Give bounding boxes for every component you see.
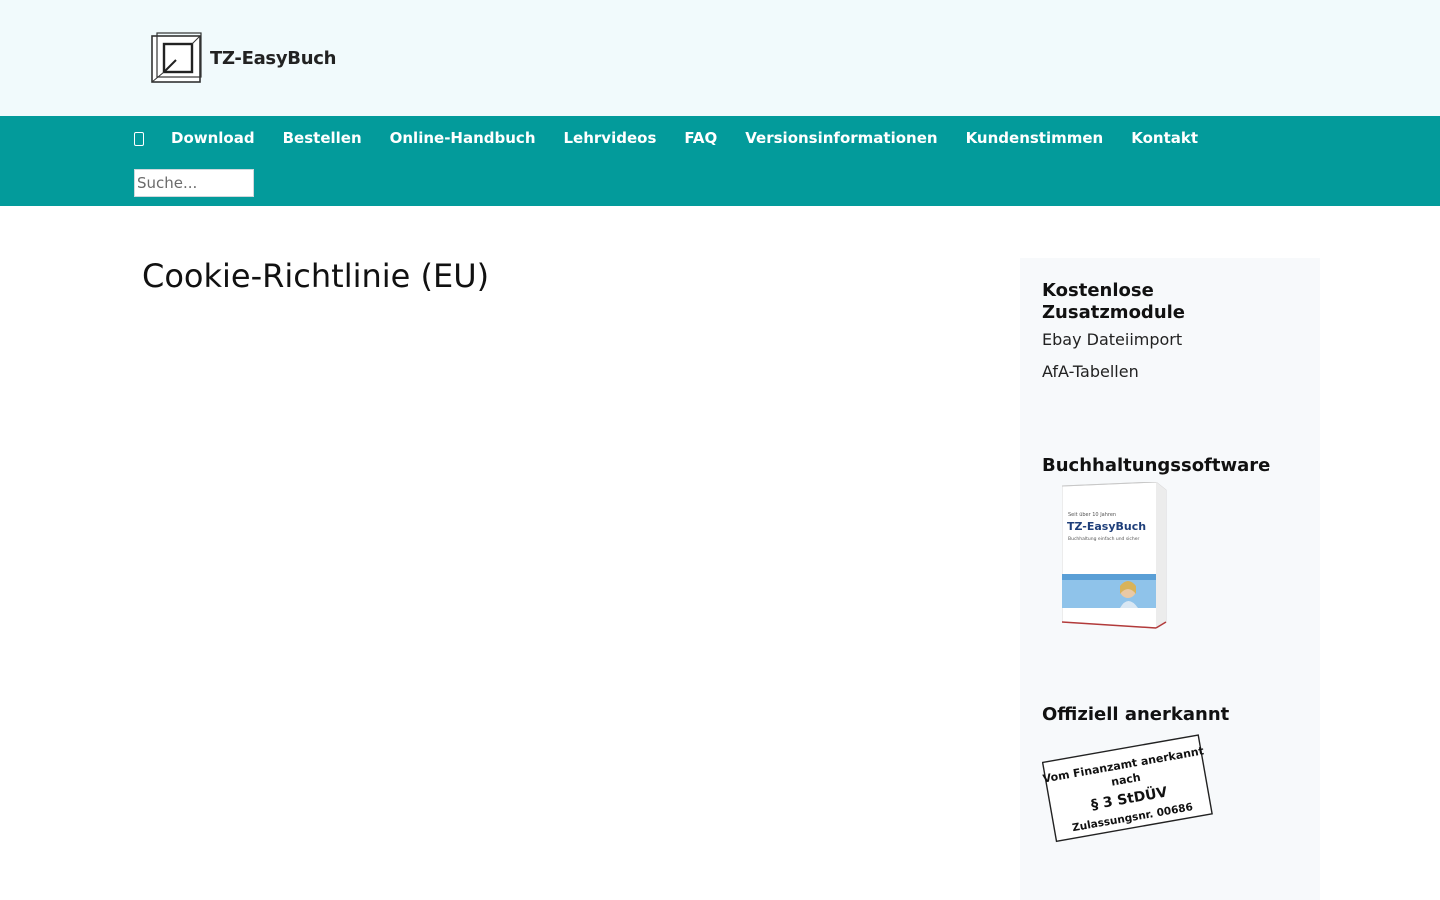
nav-item-kundenstimmen[interactable]: Kundenstimmen [966, 129, 1104, 147]
nav-item-faq[interactable]: FAQ [684, 129, 717, 147]
widget-title-modules: Kostenlose Zusatzmodule [1042, 280, 1186, 323]
site-header: TZ-EasyBuch [0, 0, 1440, 116]
logo-mark-icon [151, 32, 202, 83]
sidebar: Kostenlose Zusatzmodule Ebay Dateiimport… [1020, 258, 1320, 900]
boxshot-tagline-top: Seit über 10 Jahren [1068, 512, 1116, 518]
logo-text: TZ-EasyBuch [210, 47, 337, 69]
sidebar-link-ebay-import[interactable]: Ebay Dateiimport [1042, 330, 1182, 350]
nav-item-download[interactable]: Download [171, 129, 255, 147]
boxshot-product-name: TZ-EasyBuch [1067, 520, 1146, 533]
widget-title-recognized: Offiziell anerkannt [1042, 704, 1230, 725]
nav-item-online-handbuch[interactable]: Online-Handbuch [390, 129, 536, 147]
nav-item-lehrvideos[interactable]: Lehrvideos [564, 129, 657, 147]
nav-item-bestellen[interactable]: Bestellen [283, 129, 362, 147]
sidebar-link-afa-tabellen[interactable]: AfA-Tabellen [1042, 362, 1139, 382]
widget-title-software: Buchhaltungssoftware [1042, 455, 1271, 476]
boxshot-tagline: Buchhaltung einfach und sicher [1068, 536, 1140, 542]
nav-menu: Download Bestellen Online-Handbuch Lehrv… [134, 127, 1226, 149]
finanzamt-stamp-image[interactable]: Vom Finanzamt anerkannt nach § 3 StDÜV Z… [1042, 728, 1214, 844]
home-icon[interactable] [134, 132, 144, 146]
software-box-image[interactable]: Seit über 10 Jahren TZ-EasyBuch Buchhalt… [1062, 482, 1168, 630]
page-title: Cookie-Richtlinie (EU) [142, 257, 490, 295]
search-input[interactable] [134, 169, 254, 197]
site-logo[interactable]: TZ-EasyBuch [150, 32, 336, 84]
nav-item-kontakt[interactable]: Kontakt [1131, 129, 1198, 147]
nav-item-versionsinformationen[interactable]: Versionsinformationen [745, 129, 937, 147]
